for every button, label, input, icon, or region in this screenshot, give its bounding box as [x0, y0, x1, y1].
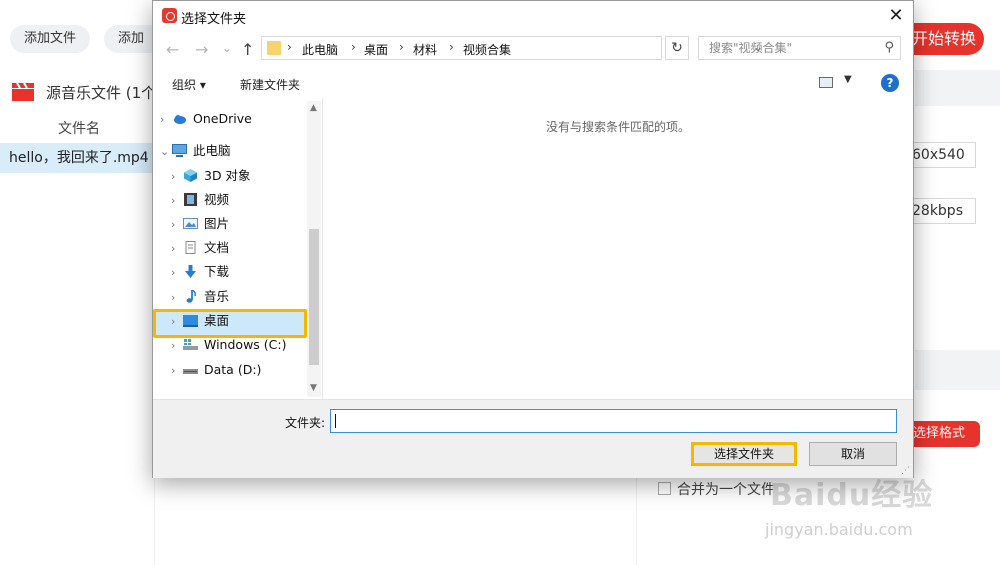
- download-icon: [185, 265, 196, 278]
- merge-option[interactable]: 合并为一个文件: [658, 479, 775, 499]
- tree-item-3d-对象[interactable]: › 3D 对象: [171, 165, 251, 187]
- new-folder-button[interactable]: 新建文件夹: [240, 76, 300, 93]
- scroll-up-icon[interactable]: ▲: [310, 103, 317, 113]
- source-files-title: 源音乐文件 (1个: [46, 84, 157, 102]
- column-header-filename: 文件名: [58, 121, 100, 137]
- chevron-right-icon[interactable]: ›: [171, 166, 183, 188]
- drive-c-icon: [183, 339, 198, 350]
- folder-icon: [267, 41, 281, 55]
- merge-checkbox[interactable]: [658, 482, 671, 495]
- chevron-right-icon: ›: [449, 40, 454, 54]
- chevron-right-icon: ›: [399, 40, 404, 54]
- scroll-down-icon[interactable]: ▼: [310, 383, 317, 393]
- cancel-button[interactable]: 取消: [809, 442, 897, 466]
- breadcrumb-materials[interactable]: 材料: [413, 41, 437, 58]
- tree-item-图片[interactable]: › 图片: [171, 213, 229, 235]
- app-logo-icon: [162, 8, 177, 23]
- text-caret: [335, 414, 336, 428]
- tree-item-下载[interactable]: › 下载: [171, 261, 229, 283]
- back-arrow-icon[interactable]: ←: [166, 40, 179, 59]
- search-input[interactable]: 搜索"视频合集" ⚲: [698, 36, 901, 60]
- select-format-button[interactable]: 选择格式: [908, 421, 980, 447]
- breadcrumb-this-pc[interactable]: 此电脑: [302, 41, 338, 58]
- tree-item-label: 下载: [204, 264, 230, 279]
- drive-d-icon: [183, 369, 198, 374]
- cube-icon: [184, 169, 197, 182]
- merge-label: 合并为一个文件: [677, 482, 775, 498]
- dialog-title: 选择文件夹: [181, 12, 247, 27]
- resize-grip-icon[interactable]: ⋰: [901, 466, 910, 476]
- scrollbar-thumb[interactable]: [309, 229, 319, 365]
- tree-item-label: 桌面: [204, 313, 230, 328]
- search-icon: ⚲: [884, 40, 894, 55]
- forward-arrow-icon[interactable]: →: [195, 40, 208, 59]
- divider: [636, 478, 637, 565]
- file-list-row[interactable]: hello，我回来了.mp4: [0, 143, 155, 173]
- tree-item-data-d[interactable]: › Data (D:): [171, 359, 261, 381]
- select-folder-dialog: 选择文件夹 ✕ ← → ⌄ ↑ › 此电脑 › 桌面 › 材料 › 视频合集 ⌄…: [152, 0, 914, 478]
- film-icon: [184, 193, 197, 206]
- tree-item-视频[interactable]: › 视频: [171, 189, 229, 211]
- chevron-right-icon[interactable]: ›: [171, 262, 183, 284]
- tree-item-此电脑[interactable]: ⌄ 此电脑: [160, 140, 231, 162]
- navigation-pane: › OneDrive ⌄ 此电脑 › 3D 对象 › 视频 › 图片 › 文档 › 下载 › 音乐 › 桌面 › Wi…: [153, 99, 323, 399]
- chevron-right-icon[interactable]: ›: [171, 335, 183, 357]
- chevron-down-icon[interactable]: ⌄: [160, 141, 172, 163]
- music-icon: [186, 290, 196, 303]
- folder-name-input[interactable]: [330, 409, 897, 433]
- chevron-right-icon[interactable]: ›: [171, 190, 183, 212]
- tree-item-文档[interactable]: › 文档: [171, 237, 229, 259]
- search-placeholder: 搜索"视频合集": [709, 41, 793, 55]
- up-arrow-icon[interactable]: ↑: [241, 40, 254, 59]
- tree-item-label: Data (D:): [204, 362, 262, 377]
- close-icon[interactable]: ✕: [886, 6, 906, 26]
- computer-icon: [172, 144, 187, 157]
- picture-icon: [183, 218, 198, 229]
- output-header-strip: [915, 350, 1000, 390]
- breadcrumb-desktop[interactable]: 桌面: [364, 41, 388, 58]
- folder-field-label: 文件夹:: [285, 416, 326, 430]
- chevron-right-icon[interactable]: ›: [171, 287, 183, 309]
- chevron-right-icon[interactable]: ›: [171, 311, 183, 333]
- tree-item-label: 视频: [204, 192, 230, 207]
- view-options-icon[interactable]: [819, 77, 833, 88]
- tree-item-onedrive[interactable]: › OneDrive: [160, 108, 252, 130]
- select-folder-button[interactable]: 选择文件夹: [691, 442, 797, 466]
- chevron-right-icon[interactable]: ›: [171, 360, 183, 382]
- organize-menu[interactable]: 组织 ▾: [172, 76, 206, 93]
- tree-item-windows-c[interactable]: › Windows (C:): [171, 334, 286, 356]
- chevron-right-icon[interactable]: ›: [171, 238, 183, 260]
- tree-item-音乐[interactable]: › 音乐: [171, 286, 229, 308]
- tree-item-label: 3D 对象: [204, 168, 251, 183]
- baidu-watermark-url: jingyan.baidu.com: [765, 520, 913, 539]
- add-file-button[interactable]: 添加文件: [10, 25, 91, 53]
- desktop-icon: [183, 315, 198, 327]
- chevron-right-icon: ›: [287, 40, 292, 54]
- document-icon: [185, 241, 196, 254]
- tree-item-label: Windows (C:): [204, 337, 287, 352]
- help-icon[interactable]: ?: [881, 74, 899, 92]
- empty-results-message: 没有与搜索条件匹配的项。: [546, 120, 691, 134]
- clapperboard-icon: [12, 82, 34, 101]
- address-bar[interactable]: › 此电脑 › 桌面 › 材料 › 视频合集 ⌄: [261, 36, 763, 60]
- tree-item-label: OneDrive: [193, 111, 252, 126]
- tree-item-label: 此电脑: [193, 143, 231, 158]
- recent-locations-icon[interactable]: ⌄: [222, 41, 232, 55]
- chevron-right-icon: ›: [351, 40, 356, 54]
- refresh-icon[interactable]: ↻: [665, 36, 689, 60]
- tree-item-桌面[interactable]: › 桌面: [171, 310, 229, 332]
- tree-item-label: 音乐: [204, 289, 230, 304]
- breadcrumb-video-collection[interactable]: 视频合集: [463, 41, 511, 58]
- tree-item-label: 文档: [204, 240, 230, 255]
- settings-header-strip: [915, 70, 1000, 106]
- cloud-icon: [174, 115, 186, 124]
- tree-item-label: 图片: [204, 216, 230, 231]
- chevron-right-icon[interactable]: ›: [171, 214, 183, 236]
- view-dropdown-icon[interactable]: ▼: [844, 74, 852, 85]
- chevron-right-icon[interactable]: ›: [160, 109, 172, 131]
